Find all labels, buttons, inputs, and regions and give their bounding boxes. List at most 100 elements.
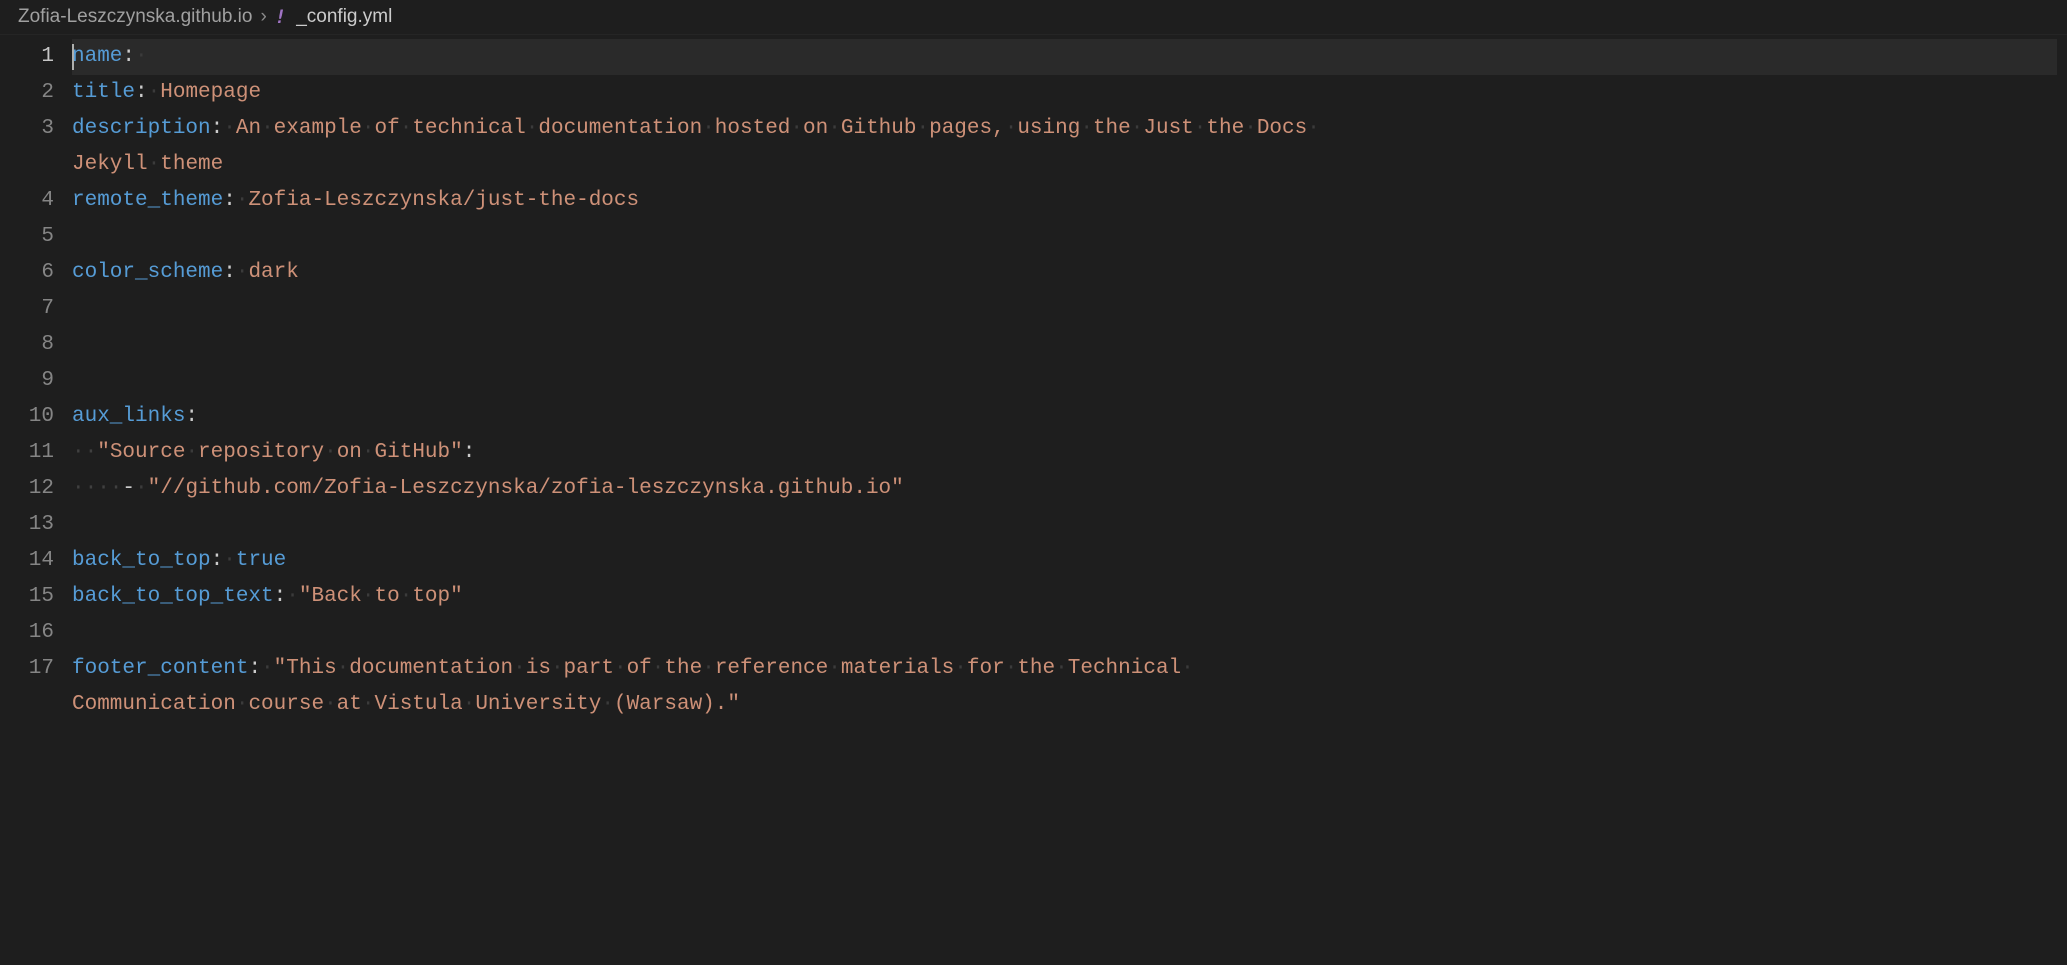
token-str: University — [475, 693, 601, 716]
token-str: on — [803, 117, 828, 140]
token-str: Just — [1143, 117, 1193, 140]
line-number[interactable]: 14 — [10, 543, 54, 579]
token-ws: · — [362, 117, 375, 140]
line-number[interactable]: 5 — [10, 219, 54, 255]
line-number[interactable]: 2 — [10, 75, 54, 111]
token-ws: · — [286, 585, 299, 608]
token-str: course — [248, 693, 324, 716]
line-number-gutter[interactable]: 1234567891011121314151617 — [0, 35, 72, 727]
line-number[interactable]: 4 — [10, 183, 54, 219]
token-str: hosted — [715, 117, 791, 140]
token-str: reference — [715, 657, 828, 680]
breadcrumb-separator: › — [260, 6, 266, 28]
token-str: repository — [198, 441, 324, 464]
code-line[interactable]: ··"Source·repository·on·GitHub": — [72, 435, 2057, 471]
code-line[interactable]: back_to_top_text:·"Back·to·top" — [72, 579, 2057, 615]
breadcrumb-folder[interactable]: Zofia-Leszczynska.github.io — [18, 6, 252, 28]
token-key: color_scheme — [72, 261, 223, 284]
token-indent: ·· — [72, 441, 97, 464]
token-str: dark — [248, 261, 298, 284]
code-line[interactable] — [72, 327, 2057, 363]
breadcrumb[interactable]: Zofia-Leszczynska.github.io › ! _config.… — [0, 0, 2067, 35]
token-key: footer_content — [72, 657, 248, 680]
token-str: of — [627, 657, 652, 680]
token-ws: · — [135, 45, 148, 68]
token-ws: · — [400, 117, 413, 140]
line-number[interactable] — [10, 687, 54, 723]
code-line[interactable] — [72, 507, 2057, 543]
line-number[interactable]: 13 — [10, 507, 54, 543]
code-line[interactable]: footer_content:·"This·documentation·is·p… — [72, 651, 2057, 687]
token-key: name — [72, 45, 122, 68]
token-colon: : — [185, 405, 198, 428]
token-ws: · — [1005, 117, 1018, 140]
line-number[interactable]: 8 — [10, 327, 54, 363]
token-colon: : — [248, 657, 261, 680]
code-line[interactable]: name:· — [72, 39, 2057, 75]
token-ws: · — [551, 657, 564, 680]
line-number[interactable]: 10 — [10, 399, 54, 435]
code-line[interactable] — [72, 615, 2057, 651]
token-str: pages, — [929, 117, 1005, 140]
code-line[interactable]: description:·An·example·of·technical·doc… — [72, 111, 2057, 147]
token-colon: : — [223, 189, 236, 212]
code-line[interactable]: Jekyll·theme — [72, 147, 2057, 183]
token-str: technical — [412, 117, 525, 140]
token-ws: · — [702, 657, 715, 680]
token-ws: · — [223, 549, 236, 572]
token-ws: · — [1055, 657, 1068, 680]
code-line[interactable]: color_scheme:·dark — [72, 255, 2057, 291]
code-line[interactable] — [72, 291, 2057, 327]
line-number[interactable]: 3 — [10, 111, 54, 147]
token-str: Technical — [1068, 657, 1181, 680]
token-key: back_to_top_text — [72, 585, 274, 608]
line-number[interactable]: 7 — [10, 291, 54, 327]
line-number[interactable]: 9 — [10, 363, 54, 399]
token-colon: : — [211, 117, 224, 140]
line-number[interactable]: 1 — [10, 39, 54, 75]
code-area[interactable]: name:·title:·Homepagedescription:·An·exa… — [72, 35, 2067, 727]
text-cursor — [72, 44, 74, 70]
token-ws: · — [1194, 117, 1207, 140]
token-ws: · — [916, 117, 929, 140]
token-ws: · — [135, 477, 148, 500]
code-line[interactable]: aux_links: — [72, 399, 2057, 435]
token-ws: · — [337, 657, 350, 680]
code-line[interactable]: remote_theme:·Zofia-Leszczynska/just-the… — [72, 183, 2057, 219]
token-str: Jekyll — [72, 153, 148, 176]
token-str: GitHub" — [375, 441, 463, 464]
code-line[interactable]: Communication·course·at·Vistula·Universi… — [72, 687, 2057, 723]
token-ws: · — [702, 117, 715, 140]
token-str: theme — [160, 153, 223, 176]
code-line[interactable]: back_to_top:·true — [72, 543, 2057, 579]
token-ws: · — [400, 585, 413, 608]
code-line[interactable]: ····-·"//github.com/Zofia-Leszczynska/zo… — [72, 471, 2057, 507]
token-num: true — [236, 549, 286, 572]
code-line[interactable] — [72, 363, 2057, 399]
line-number[interactable]: 17 — [10, 651, 54, 687]
token-str: (Warsaw)." — [614, 693, 740, 716]
line-number[interactable]: 15 — [10, 579, 54, 615]
code-line[interactable] — [72, 219, 2057, 255]
token-ws: · — [223, 117, 236, 140]
line-number[interactable]: 11 — [10, 435, 54, 471]
code-editor[interactable]: 1234567891011121314151617 name:·title:·H… — [0, 35, 2067, 727]
token-str: Docs — [1257, 117, 1307, 140]
token-ws: · — [362, 441, 375, 464]
token-str: the — [1206, 117, 1244, 140]
token-key: description — [72, 117, 211, 140]
token-str: part — [564, 657, 614, 680]
token-ws: · — [828, 117, 841, 140]
breadcrumb-filename[interactable]: _config.yml — [296, 6, 392, 28]
token-ws: · — [324, 441, 337, 464]
line-number[interactable]: 6 — [10, 255, 54, 291]
token-ws: · — [236, 693, 249, 716]
token-indent: ···· — [72, 477, 122, 500]
token-str: example — [274, 117, 362, 140]
code-line[interactable]: title:·Homepage — [72, 75, 2057, 111]
token-ws: · — [236, 261, 249, 284]
line-number[interactable] — [10, 147, 54, 183]
token-key: back_to_top — [72, 549, 211, 572]
line-number[interactable]: 12 — [10, 471, 54, 507]
line-number[interactable]: 16 — [10, 615, 54, 651]
